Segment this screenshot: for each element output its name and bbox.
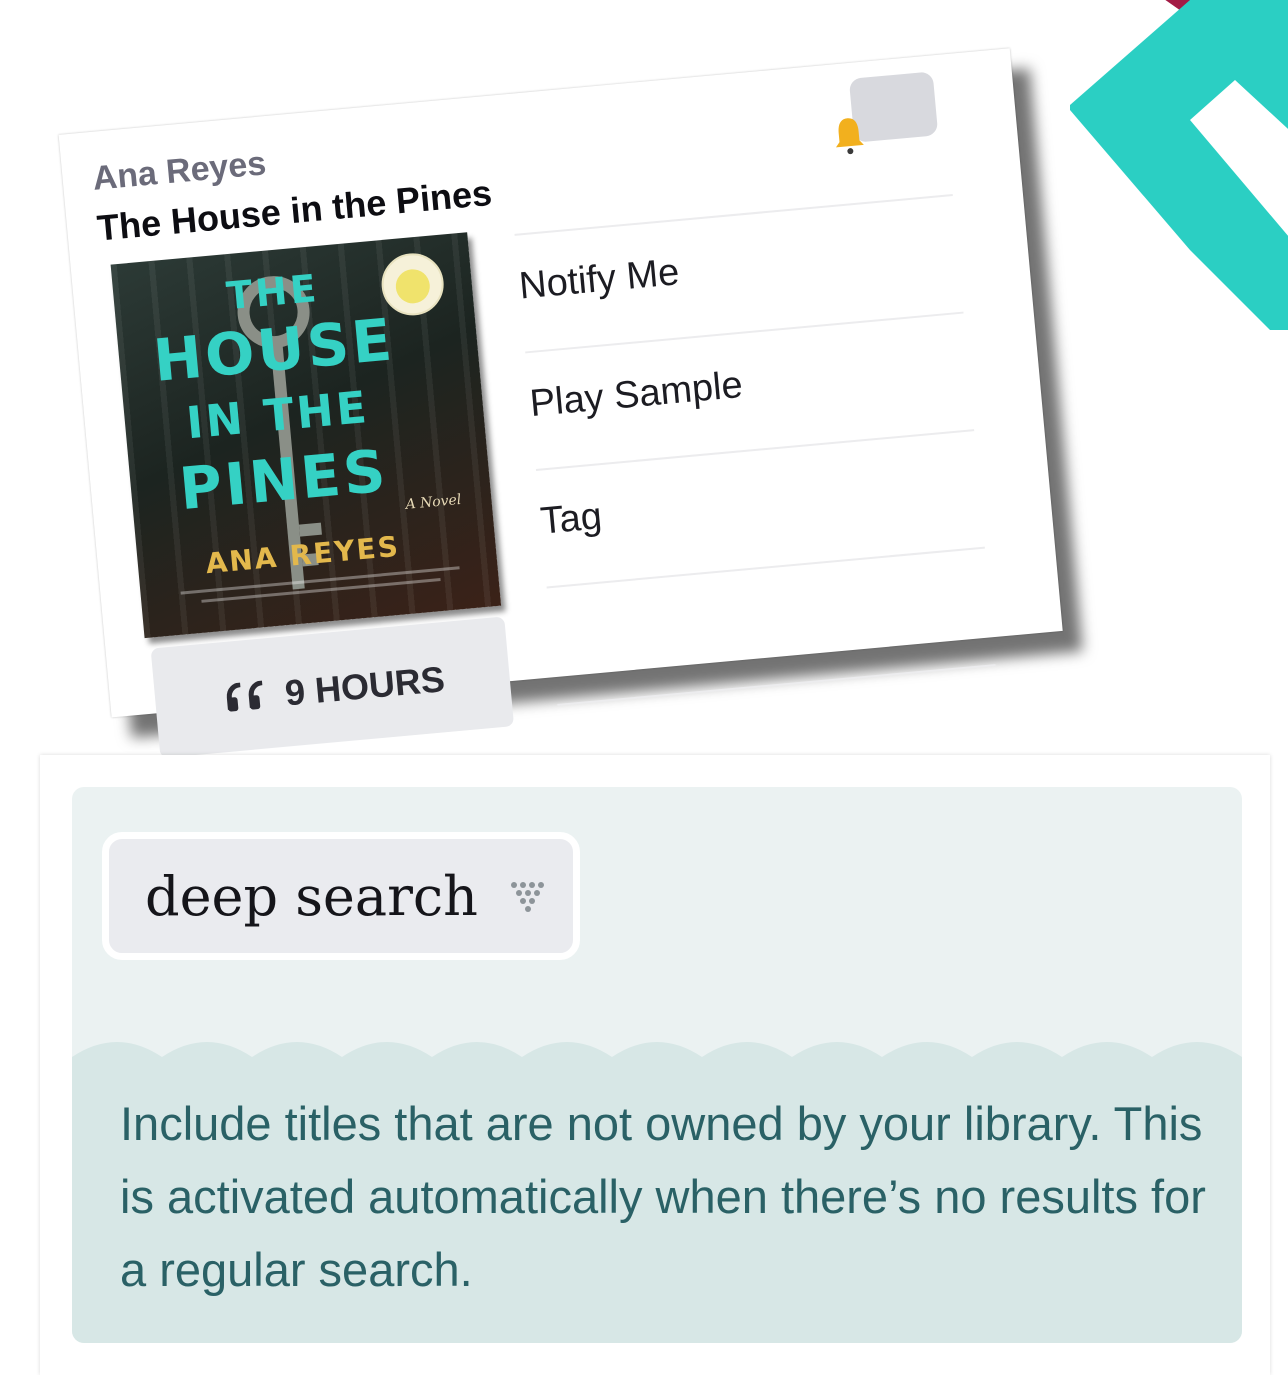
teal-ribbon-decoration bbox=[1070, 0, 1288, 330]
deep-search-button[interactable]: deep search bbox=[102, 832, 580, 960]
book-cover[interactable]: THE HOUSE IN THE PINES A Novel ANA REYES bbox=[110, 232, 502, 639]
deep-search-panel: deep search Include titles that are not … bbox=[40, 755, 1270, 1375]
book-actions: Notify Me Play Sample Tag bbox=[514, 194, 996, 706]
headphones-icon bbox=[226, 680, 263, 712]
deep-search-panel-inner: deep search Include titles that are not … bbox=[72, 787, 1242, 1343]
deep-search-label: deep search bbox=[145, 864, 478, 928]
bell-icon bbox=[835, 118, 864, 155]
book-card: Ana Reyes The House in the Pines THE HOU… bbox=[58, 48, 1063, 759]
book-card-wrapper: Ana Reyes The House in the Pines THE HOU… bbox=[55, 8, 1063, 759]
notify-me-label: Notify Me bbox=[517, 251, 682, 308]
tag-label: Tag bbox=[538, 495, 604, 543]
duration-badge: 9 HOURS bbox=[150, 616, 515, 759]
book-author[interactable]: Ana Reyes bbox=[91, 144, 268, 199]
book-club-sun bbox=[394, 267, 432, 305]
play-sample-label: Play Sample bbox=[528, 363, 745, 426]
duration-text: 9 HOURS bbox=[283, 658, 447, 714]
wave-edge bbox=[72, 1042, 1242, 1067]
deep-search-help-text: Include titles that are not owned by you… bbox=[120, 1097, 1206, 1296]
funnel-dots-icon bbox=[510, 882, 544, 912]
